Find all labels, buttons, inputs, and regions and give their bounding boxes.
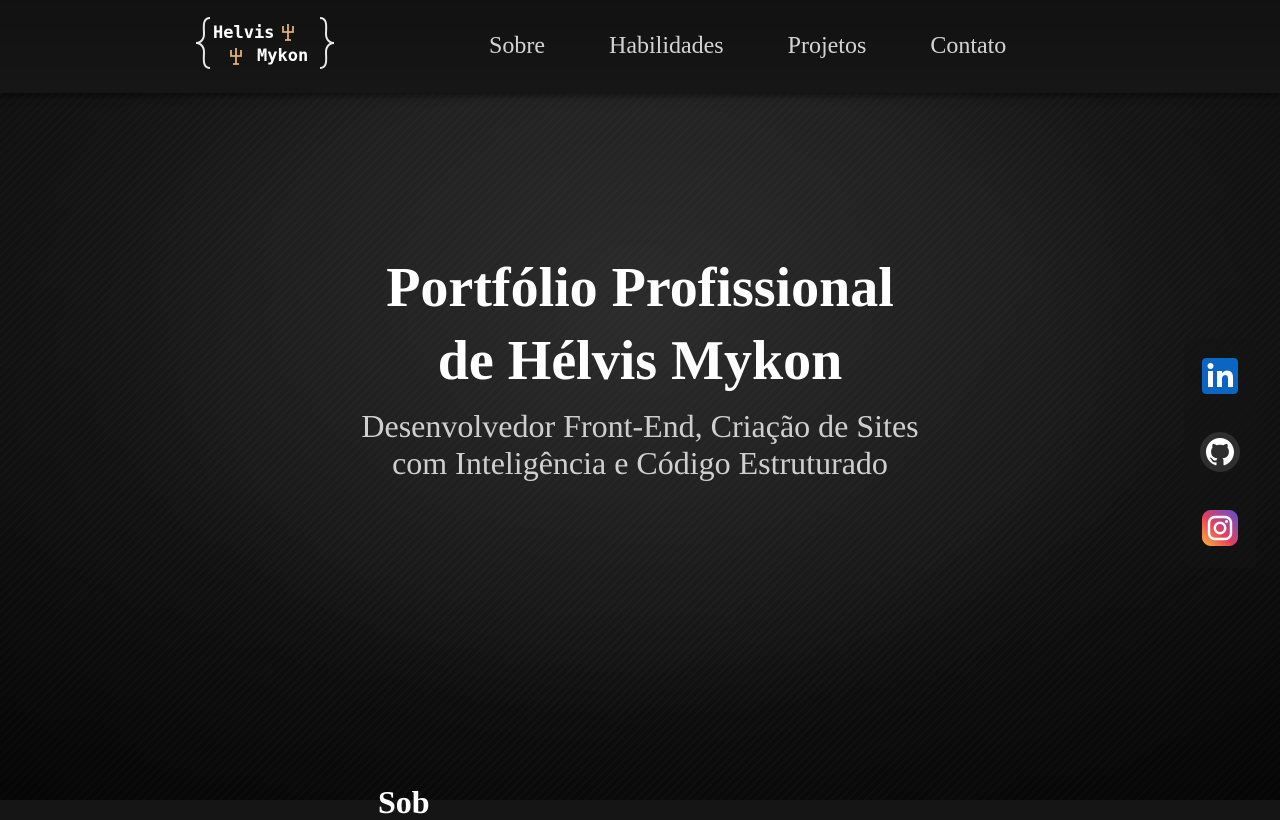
linkedin-link[interactable] bbox=[1200, 356, 1240, 396]
hero-subtitle-line1: Desenvolvedor Front-End, Criação de Site… bbox=[361, 408, 919, 444]
nav-link-projetos[interactable]: Projetos bbox=[788, 30, 867, 62]
linkedin-icon bbox=[1202, 358, 1238, 394]
hero-subtitle: Desenvolvedor Front-End, Criação de Site… bbox=[290, 408, 990, 482]
github-icon bbox=[1200, 432, 1240, 472]
github-link[interactable] bbox=[1200, 432, 1240, 472]
top-navbar: Helvis Mykon Sobre Habilidades Projetos … bbox=[0, 0, 1280, 93]
instagram-icon bbox=[1202, 510, 1238, 546]
nav-link-habilidades[interactable]: Habilidades bbox=[609, 30, 724, 62]
instagram-link[interactable] bbox=[1200, 508, 1240, 548]
section-heading-sobre: Sob bbox=[378, 784, 430, 820]
hero-section: Portfólio Profissional de Hélvis Mykon D… bbox=[290, 252, 990, 482]
nav-link-contato[interactable]: Contato bbox=[930, 30, 1006, 62]
social-links-bar bbox=[1184, 338, 1256, 568]
logo-mark: Helvis Mykon bbox=[195, 17, 335, 69]
main-nav: Sobre Habilidades Projetos Contato bbox=[489, 30, 1006, 62]
hero-title-line2: de Hélvis Mykon bbox=[437, 330, 843, 392]
logo[interactable]: Helvis Mykon bbox=[194, 16, 336, 70]
hero-title-line1: Portfólio Profissional bbox=[386, 257, 894, 319]
logo-text-line1: Helvis bbox=[213, 23, 274, 43]
hero-title: Portfólio Profissional de Hélvis Mykon bbox=[290, 252, 990, 398]
nav-link-sobre[interactable]: Sobre bbox=[489, 30, 545, 62]
hero-subtitle-line2: com Inteligência e Código Estruturado bbox=[392, 445, 888, 481]
logo-text-line2: Mykon bbox=[257, 46, 308, 66]
